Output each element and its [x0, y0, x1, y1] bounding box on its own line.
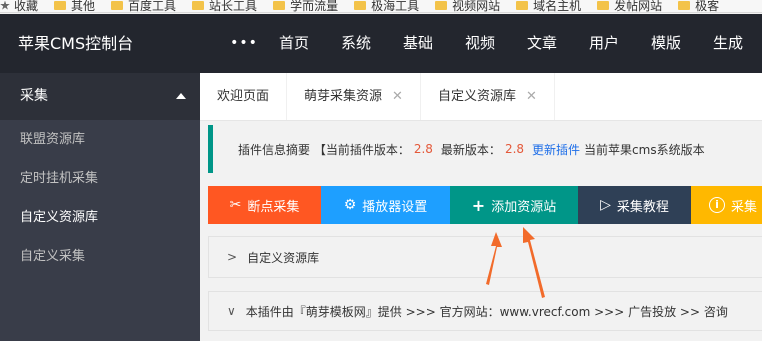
- update-plugin-link[interactable]: 更新插件: [532, 141, 580, 158]
- nav-item-video[interactable]: 视频: [449, 14, 511, 73]
- main-content: 插件信息摘要 【当前插件版本： 2.8 最新版本： 2.8 更新插件 当前苹果c…: [200, 121, 762, 341]
- chevron-right-icon: >: [227, 250, 238, 264]
- bookmark-item-5[interactable]: 极海工具: [354, 0, 419, 12]
- folder-icon: [678, 1, 691, 10]
- folder-icon: [54, 1, 67, 10]
- button-label: 添加资源站: [491, 199, 557, 215]
- button-label: 采集教程: [616, 199, 669, 215]
- folder-icon: [273, 1, 286, 10]
- player-settings-button[interactable]: ⚙ 播放器设置: [321, 186, 450, 224]
- tab-welcome[interactable]: 欢迎页面: [200, 73, 288, 120]
- brand-title[interactable]: 苹果CMS控制台: [18, 14, 133, 73]
- folder-icon: [354, 1, 367, 10]
- notice-prefix: 插件信息摘要 【当前插件版本：: [238, 142, 410, 157]
- star-icon: [0, 0, 10, 10]
- tab-label: 萌芽采集资源: [304, 88, 383, 104]
- bookmark-label: 视频网站: [452, 0, 501, 13]
- top-header: 苹果CMS控制台 ••• 首页 系统 基础 视频 文章 用户 模版 生成: [0, 14, 762, 73]
- latest-label: 最新版本：: [440, 142, 501, 157]
- bookmark-item-2[interactable]: 百度工具: [111, 0, 176, 12]
- bookmark-label: 学而流量: [290, 0, 339, 13]
- button-label: 断点采集: [247, 199, 300, 215]
- caret-up-icon: [176, 93, 186, 99]
- sidebar-section-label: 采集: [20, 88, 48, 104]
- sidebar: 采集 联盟资源库 定时挂机采集 自定义资源库 自定义采集: [0, 73, 200, 341]
- nav-item-template[interactable]: 模版: [635, 14, 697, 73]
- plus-icon: +: [471, 195, 486, 215]
- sidebar-item-custom-collect[interactable]: 自定义采集: [0, 237, 200, 276]
- bookmark-label: 发帖网站: [614, 0, 663, 13]
- resume-collect-button[interactable]: ✂ 断点采集: [208, 186, 321, 224]
- nav-item-generate[interactable]: 生成: [697, 14, 759, 73]
- nav-item-basic[interactable]: 基础: [387, 14, 449, 73]
- tab-mengya-collect[interactable]: 萌芽采集资源 ✕: [287, 73, 421, 120]
- scissors-icon: ✂: [229, 197, 242, 213]
- panel-title: 自定义资源库: [247, 250, 320, 265]
- bookmark-label: 极海工具: [371, 0, 420, 13]
- tab-label: 欢迎页面: [217, 88, 270, 104]
- add-resource-site-button[interactable]: + 添加资源站: [450, 186, 578, 224]
- bookmark-item-8[interactable]: 发帖网站: [597, 0, 662, 12]
- folder-icon: [111, 1, 124, 10]
- bookmark-label: 百度工具: [128, 0, 177, 13]
- bookmark-label: 收藏: [14, 0, 39, 13]
- current-version: 2.8: [413, 142, 433, 156]
- folder-icon: [516, 1, 529, 10]
- collect-more-button[interactable]: i 采集: [691, 186, 762, 224]
- tab-custom-library[interactable]: 自定义资源库 ✕: [421, 73, 555, 120]
- folder-icon: [435, 1, 448, 10]
- bookmark-label: 域名主机: [533, 0, 582, 13]
- sidebar-item-scheduled-collect[interactable]: 定时挂机采集: [0, 159, 200, 198]
- bookmark-item-3[interactable]: 站长工具: [192, 0, 257, 12]
- sidebar-item-union-library[interactable]: 联盟资源库: [0, 120, 200, 159]
- bookmark-label: 其他: [71, 0, 96, 13]
- sidebar-item-custom-library[interactable]: 自定义资源库: [0, 198, 200, 237]
- button-label: 播放器设置: [362, 199, 428, 215]
- chevron-down-icon: ∨: [227, 304, 236, 318]
- tab-bar: 欢迎页面 萌芽采集资源 ✕ 自定义资源库 ✕: [200, 73, 762, 121]
- action-button-group: ✂ 断点采集 ⚙ 播放器设置 + 添加资源站 ▷ 采集教程 i 采集: [208, 186, 762, 224]
- nav-item-user[interactable]: 用户: [573, 14, 635, 73]
- plugin-info-notice: 插件信息摘要 【当前插件版本： 2.8 最新版本： 2.8 更新插件 当前苹果c…: [208, 125, 762, 173]
- bookmark-item-4[interactable]: 学而流量: [273, 0, 338, 12]
- nav-item-system[interactable]: 系统: [325, 14, 387, 73]
- panel-title: 本插件由『萌芽模板网』提供 >>> 官方网站：www.vrecf.com >>>…: [245, 304, 728, 319]
- nav-item-home[interactable]: 首页: [263, 14, 325, 73]
- credit-collapse-header[interactable]: ∨ 本插件由『萌芽模板网』提供 >>> 官方网站：www.vrecf.com >…: [208, 291, 762, 331]
- bookmark-bar: 收藏 其他 百度工具 站长工具 学而流量 极海工具 视频网站 域名主机 发帖网站…: [0, 0, 762, 13]
- tab-label: 自定义资源库: [437, 88, 516, 104]
- button-label: 采集: [731, 199, 758, 215]
- folder-icon: [192, 1, 205, 10]
- info-icon: i: [709, 197, 725, 213]
- collect-tutorial-button[interactable]: ▷ 采集教程: [578, 186, 691, 224]
- bookmark-label: 极客: [695, 0, 720, 13]
- notice-suffix: 当前苹果cms系统版本: [584, 142, 705, 157]
- sidebar-section-collect[interactable]: 采集: [0, 73, 200, 120]
- nav-item-article[interactable]: 文章: [511, 14, 573, 73]
- top-nav: ••• 首页 系统 基础 视频 文章 用户 模版 生成: [225, 14, 759, 73]
- more-menu-icon[interactable]: •••: [225, 14, 263, 73]
- folder-icon: [597, 1, 610, 10]
- close-icon[interactable]: ✕: [392, 77, 403, 117]
- bookmark-item-6[interactable]: 视频网站: [435, 0, 500, 12]
- bookmark-item-7[interactable]: 域名主机: [516, 0, 581, 12]
- bookmark-item-0[interactable]: 收藏: [0, 0, 38, 12]
- video-icon: ▷: [600, 197, 611, 213]
- bookmark-label: 站长工具: [209, 0, 258, 13]
- close-icon[interactable]: ✕: [526, 77, 537, 117]
- bookmark-item-9[interactable]: 极客: [678, 0, 719, 12]
- bookmark-item-1[interactable]: 其他: [54, 0, 95, 12]
- gear-icon: ⚙: [343, 197, 357, 213]
- custom-library-collapse-header[interactable]: > 自定义资源库: [208, 236, 762, 278]
- latest-version: 2.8: [504, 142, 525, 156]
